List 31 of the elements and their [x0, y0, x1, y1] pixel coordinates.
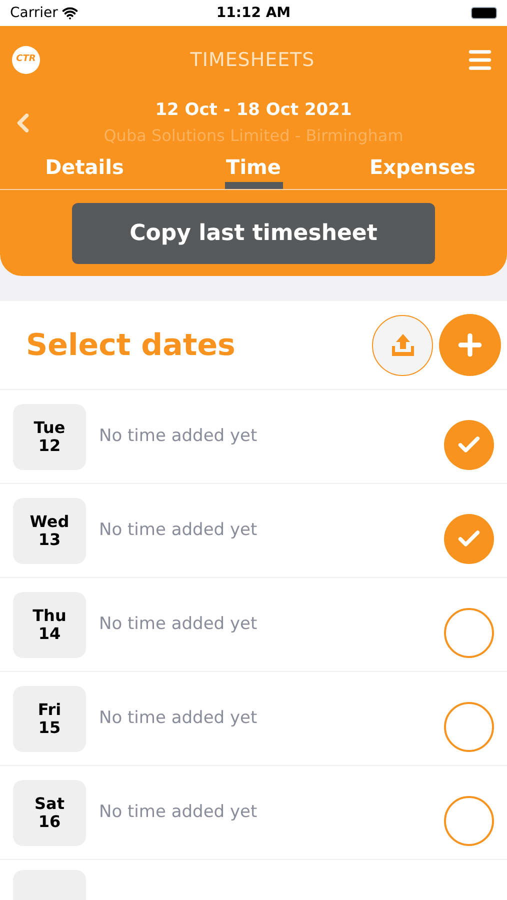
day-status: No time added yet [99, 706, 258, 730]
day-checkbox[interactable] [444, 420, 494, 470]
copy-timesheet-button[interactable]: Copy last timesheet [72, 203, 435, 264]
day-row[interactable]: Wed 13 No time added yet [0, 484, 507, 578]
date-badge: Fri 15 [13, 686, 86, 752]
page-title: TIMESHEETS [190, 48, 315, 73]
upload-icon [390, 332, 416, 358]
wifi-icon [62, 5, 78, 21]
day-row[interactable]: Sat 16 No time added yet [0, 766, 507, 860]
logo: CTR [12, 46, 40, 74]
date-badge: Thu 14 [13, 592, 86, 658]
day-checkbox[interactable] [444, 514, 494, 564]
day-status: No time added yet [99, 518, 258, 542]
day-row[interactable]: Tue 12 No time added yet [0, 390, 507, 484]
date-range: 12 Oct - 18 Oct 2021 [155, 99, 352, 122]
day-status: No time added yet [99, 424, 258, 448]
clock: 11:12 AM [216, 4, 291, 22]
section-title: Select dates [26, 326, 236, 364]
date-badge: Sat 16 [13, 780, 86, 846]
company-name: Quba Solutions Limited - Birmingham [104, 124, 404, 147]
carrier-label: Carrier [10, 4, 58, 22]
day-checkbox[interactable] [444, 608, 494, 658]
day-status: No time added yet [99, 800, 258, 824]
day-status: No time added yet [99, 612, 258, 636]
battery-icon [471, 7, 497, 19]
day-checkbox[interactable] [444, 702, 494, 752]
day-row[interactable]: Thu 14 No time added yet [0, 578, 507, 672]
date-badge: Tue 12 [13, 404, 86, 470]
day-checkbox[interactable] [444, 796, 494, 846]
date-badge: Wed 13 [13, 498, 86, 564]
day-row[interactable]: Fri 15 No time added yet [0, 672, 507, 766]
